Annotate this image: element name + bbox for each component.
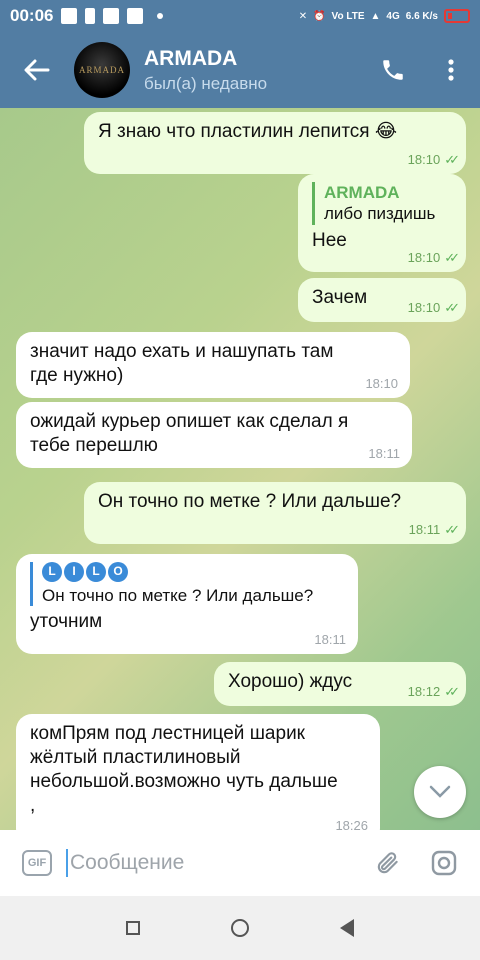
message-time: 18:12 [407, 683, 441, 699]
message-time: 18:11 [408, 521, 441, 537]
message-meta: 18:11 [368, 446, 400, 462]
read-ticks-icon: ✓✓ [444, 299, 460, 315]
network-type: 4G [386, 10, 400, 22]
message-text: Он точно по метке ? Или дальше? [98, 491, 402, 512]
notification-icon [85, 8, 96, 24]
message-time: 18:26 [335, 817, 368, 830]
mute-icon: ✕ [298, 10, 308, 22]
recents-button[interactable] [125, 921, 140, 935]
battery-icon [444, 9, 470, 23]
message-time: 18:10 [407, 249, 441, 265]
notification-icon [127, 8, 144, 24]
contact-status: был(а) недавно [144, 73, 268, 93]
back-nav-button[interactable] [340, 919, 355, 937]
message-meta: 18:10 ✓✓ [407, 299, 460, 316]
chevron-down-icon [429, 785, 451, 798]
status-icons: ✕ ⏰ Vo LTE ▲ 4G 6.6 K/s [299, 9, 470, 23]
reply-author-letter: L [42, 562, 62, 582]
message-text: уточним [30, 611, 103, 633]
message-meta: 18:10 ✓✓ [407, 249, 460, 266]
volte-label: Vo LTE [331, 10, 365, 22]
more-button[interactable] [422, 41, 480, 99]
net-speed: 6.6 K/s [405, 10, 438, 22]
reply-author: ARMADA [324, 183, 400, 202]
reply-author-badges: LILO [42, 562, 344, 582]
chat-header: ARMADA ARMADA был(а) недавно [0, 32, 480, 108]
gif-button[interactable]: GIF [22, 850, 52, 876]
contact-name: ARMADA [144, 46, 238, 70]
attach-button[interactable] [360, 835, 416, 891]
more-vertical-icon [448, 59, 454, 81]
status-time: 00:06 [10, 6, 54, 25]
message-list[interactable]: Я знаю что пластилин лепится 😂 18:10 ✓✓ A… [0, 108, 480, 830]
message-composer: GIF Сообщение [0, 830, 480, 896]
message-time: 18:10 [407, 151, 441, 167]
message-time: 18:10 [407, 299, 441, 315]
phone-icon [383, 60, 403, 80]
notification-icon [61, 8, 78, 24]
message-bubble[interactable]: Я знаю что пластилин лепится 😂 18:10 ✓✓ [84, 112, 466, 174]
message-meta: 18:26 [335, 818, 368, 830]
paperclip-icon [377, 852, 398, 874]
notification-icon [103, 8, 120, 24]
message-time: 18:10 [365, 375, 398, 391]
back-button[interactable] [0, 59, 74, 81]
alarm-icon: ⏰ [313, 10, 326, 22]
system-nav-bar [0, 896, 480, 960]
message-bubble[interactable]: Он точно по метке ? Или дальше? 18:11 ✓✓ [84, 482, 466, 544]
chat-title[interactable]: ARMADA был(а) недавно [144, 47, 364, 94]
instagram-camera-icon [431, 850, 457, 876]
message-time: 18:11 [314, 631, 346, 647]
message-meta: 18:11 [314, 632, 346, 648]
message-bubble[interactable]: комПрям под лестницей шарик жёлтый пласт… [16, 714, 380, 830]
message-meta: 18:12 ✓✓ [407, 683, 460, 700]
message-text: Я знаю что пластилин лепится 😂 [98, 121, 398, 142]
reply-text: Он точно по метке ? Или дальше? [42, 586, 314, 605]
reply-quote[interactable]: ARMADA либо пиздишь [312, 182, 452, 225]
reply-author-letter: I [64, 562, 84, 582]
reply-quote[interactable]: LILO Он точно по метке ? Или дальше? [30, 562, 344, 607]
camera-button[interactable] [416, 835, 472, 891]
home-button[interactable] [230, 919, 249, 937]
call-button[interactable] [364, 41, 422, 99]
message-text: значит надо ехать и нашупать там где нуж… [30, 341, 334, 386]
message-text: ожидай курьер опишет как сделал я тебе п… [30, 411, 349, 456]
signal-icon: ▲ [370, 10, 381, 22]
avatar[interactable]: ARMADA [74, 42, 130, 98]
message-bubble[interactable]: Зачем 18:10 ✓✓ [298, 278, 466, 322]
read-ticks-icon: ✓✓ [444, 151, 460, 167]
read-ticks-icon: ✓✓ [444, 249, 460, 265]
read-ticks-icon: ✓✓ [444, 521, 460, 537]
message-time: 18:11 [368, 445, 400, 461]
read-ticks-icon: ✓✓ [444, 683, 460, 699]
reply-text: либо пиздишь [324, 204, 436, 224]
message-bubble[interactable]: Хорошо) ждус 18:12 ✓✓ [214, 662, 466, 706]
message-bubble[interactable]: ARMADA либо пиздишь Нее 18:10 ✓✓ [298, 174, 466, 272]
message-bubble[interactable]: LILO Он точно по метке ? Или дальше? уто… [16, 554, 358, 654]
message-bubble[interactable]: ожидай курьер опишет как сделал я тебе п… [16, 402, 412, 468]
message-meta: 18:11 ✓✓ [408, 521, 460, 538]
scroll-down-button[interactable] [414, 766, 466, 818]
message-meta: 18:10 [365, 376, 398, 392]
more-notifications-icon [157, 13, 164, 19]
reply-author-letter: L [86, 562, 106, 582]
message-bubble[interactable]: значит надо ехать и нашупать там где нуж… [16, 332, 410, 398]
back-arrow-icon [24, 59, 50, 81]
message-meta: 18:10 ✓✓ [407, 151, 460, 168]
reply-author-letter: O [108, 562, 128, 582]
message-input[interactable]: Сообщение [66, 849, 360, 877]
status-bar: 00:06 ✕ ⏰ Vo LTE ▲ 4G 6.6 K/s [0, 0, 480, 32]
avatar-label: ARMADA [78, 65, 125, 75]
message-text: комПрям под лестницей шарик жёлтый пласт… [30, 723, 338, 816]
